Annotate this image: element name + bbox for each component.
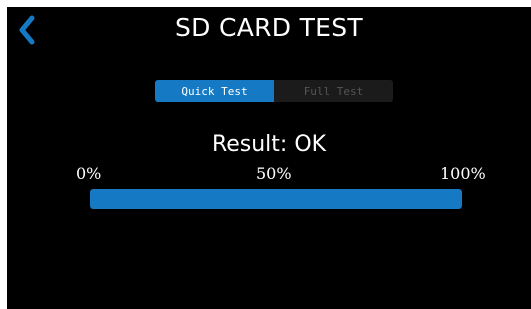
result-text: Result: OK — [211, 132, 327, 157]
tab-full-test[interactable]: Full Test — [274, 80, 393, 102]
page-title: SD CARD TEST — [175, 13, 363, 42]
tab-quick-test[interactable]: Quick Test — [155, 80, 274, 102]
progress-label-0: 0% — [76, 164, 102, 183]
progress-bar-fill — [90, 189, 462, 209]
progress-label-50: 50% — [256, 164, 292, 183]
test-mode-selector: Quick Test Full Test — [155, 80, 393, 102]
device-screen: SD CARD TEST Quick Test Full Test Result… — [7, 7, 531, 309]
progress-label-100: 100% — [440, 164, 486, 183]
progress-bar — [90, 189, 462, 209]
